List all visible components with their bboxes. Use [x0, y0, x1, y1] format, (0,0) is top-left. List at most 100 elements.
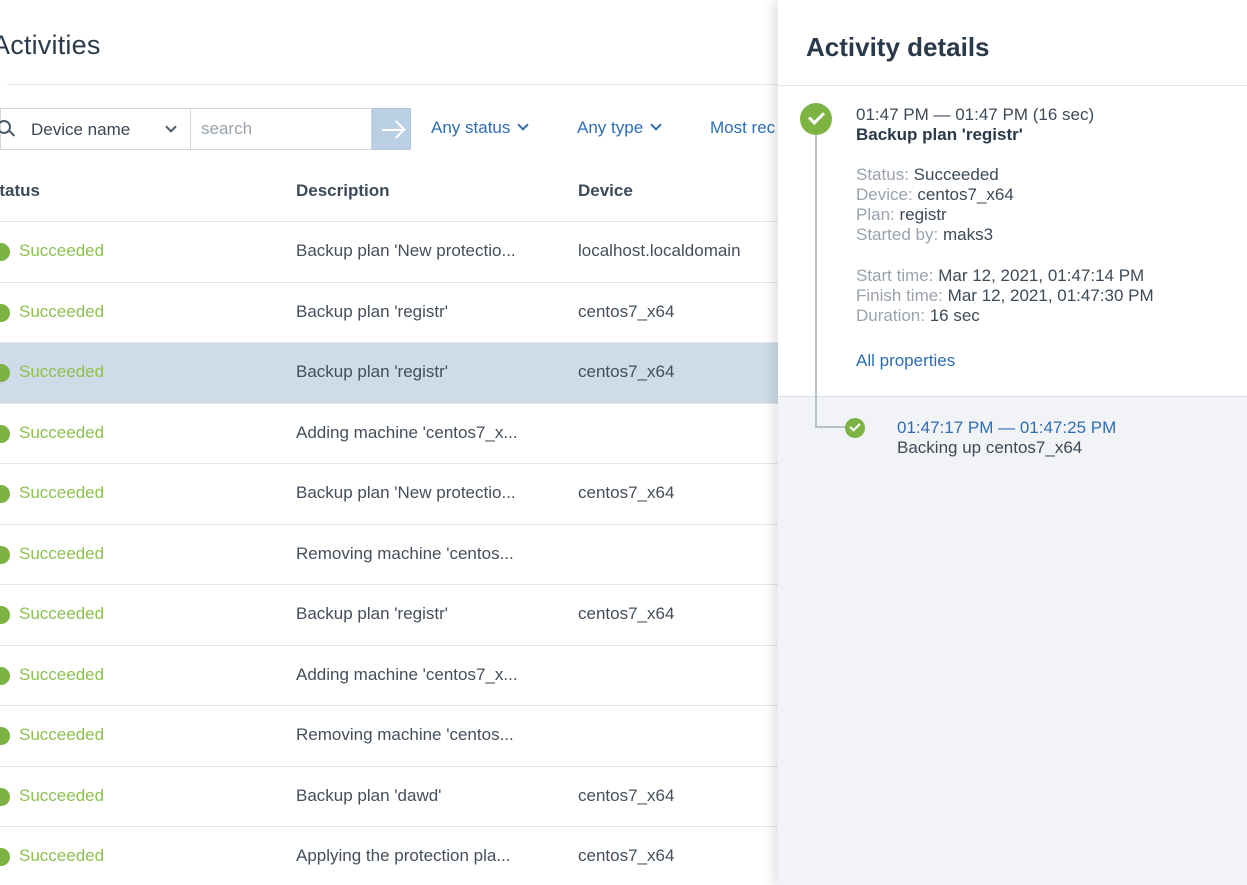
- detail-value: 16 sec: [929, 306, 980, 325]
- table-row[interactable]: Succeeded Removing machine 'centos...: [0, 706, 780, 767]
- detail-value: centos7_x64: [917, 185, 1014, 204]
- row-device: centos7_x64: [578, 785, 675, 805]
- table-row[interactable]: Succeeded Backup plan 'registr' centos7_…: [0, 585, 780, 646]
- title-divider: [7, 84, 780, 85]
- status-success-icon: [0, 545, 10, 564]
- status-success-icon: [0, 303, 10, 322]
- row-status: Succeeded: [19, 725, 105, 744]
- table-row[interactable]: Succeeded Backup plan 'dawd' centos7_x64: [0, 766, 780, 827]
- success-check-icon: [800, 103, 832, 135]
- status-success-icon: [0, 243, 10, 261]
- table-row-selected[interactable]: Succeeded Backup plan 'registr' centos7_…: [0, 343, 780, 404]
- row-description: Adding machine 'centos7_x...: [296, 664, 518, 684]
- status-success-icon: [0, 606, 10, 624]
- details-title: Activity details: [806, 32, 990, 62]
- sub-event-time-range[interactable]: 01:47:17 PM — 01:47:25 PM: [897, 418, 1116, 438]
- event-title: Backup plan 'registr': [856, 125, 1023, 144]
- status-success-icon: [0, 848, 10, 866]
- status-success-icon: [0, 727, 10, 745]
- detail-label: Started by:: [856, 225, 939, 244]
- detail-finish-time: Finish time: Mar 12, 2021, 01:47:30 PM: [856, 286, 1154, 306]
- status-success-icon: [0, 787, 10, 806]
- row-device: centos7_x64: [578, 301, 675, 321]
- type-filter-label: Any type: [577, 118, 644, 137]
- detail-value: registr: [899, 205, 947, 224]
- detail-plan: Plan: registr: [856, 205, 947, 225]
- row-description: Backup plan 'registr': [296, 604, 449, 623]
- row-status: Succeeded: [19, 543, 105, 563]
- status-filter-dropdown[interactable]: Any status: [431, 118, 530, 138]
- row-device: centos7_x64: [578, 604, 675, 623]
- status-success-icon: [0, 666, 10, 685]
- filter-bar: Device name Any status Any type Most rec: [0, 108, 780, 150]
- sort-label: Most rec: [710, 118, 776, 137]
- row-status: Succeeded: [19, 785, 105, 805]
- column-header-status[interactable]: Status: [0, 181, 40, 201]
- table-row[interactable]: Succeeded Backup plan 'New protectio... …: [0, 222, 780, 283]
- detail-label: Device:: [856, 185, 913, 204]
- success-check-icon: [845, 418, 865, 438]
- row-description: Backup plan 'registr': [296, 301, 449, 321]
- row-device: localhost.localdomain: [578, 241, 741, 260]
- timeline-line: [815, 120, 817, 426]
- activity-details-panel: Activity details 01:47 PM — 01:47 PM (16…: [778, 0, 1247, 885]
- type-filter-dropdown[interactable]: Any type: [577, 118, 662, 138]
- page-title: Activities: [0, 30, 101, 60]
- chevron-down-icon: [650, 119, 662, 131]
- table-row[interactable]: Succeeded Removing machine 'centos...: [0, 524, 780, 585]
- row-description: Adding machine 'centos7_x...: [296, 422, 518, 442]
- detail-label: Finish time:: [856, 286, 943, 305]
- row-description: Backup plan 'New protectio...: [296, 483, 516, 502]
- search-submit-button[interactable]: [372, 108, 411, 150]
- table-row[interactable]: Succeeded Backup plan 'registr' centos7_…: [0, 282, 780, 343]
- detail-label: Duration:: [856, 306, 925, 325]
- status-success-icon: [0, 424, 10, 443]
- row-description: Removing machine 'centos...: [296, 725, 514, 744]
- event-time-range: 01:47 PM — 01:47 PM (16 sec): [856, 105, 1095, 124]
- row-status: Succeeded: [19, 664, 105, 684]
- row-status: Succeeded: [19, 483, 105, 502]
- column-header-device[interactable]: Device: [578, 181, 633, 201]
- detail-label: Status:: [856, 165, 909, 184]
- detail-value: maks3: [942, 225, 994, 244]
- chevron-down-icon: [517, 119, 530, 131]
- status-filter-label: Any status: [431, 118, 511, 137]
- row-description: Removing machine 'centos...: [296, 543, 514, 563]
- status-success-icon: [0, 485, 10, 503]
- row-description: Backup plan 'New protectio...: [296, 241, 516, 260]
- table-row[interactable]: Succeeded Adding machine 'centos7_x...: [0, 403, 780, 464]
- status-success-icon: [0, 364, 10, 382]
- all-properties-link[interactable]: All properties: [856, 351, 955, 371]
- detail-status: Status: Succeeded: [856, 165, 999, 185]
- detail-value: Mar 12, 2021, 01:47:14 PM: [938, 266, 1145, 285]
- table-header: Status Description Device: [0, 160, 780, 222]
- activities-table: Status Description Device Succeeded Back…: [0, 160, 780, 885]
- detail-label: Start time:: [856, 266, 934, 285]
- row-device: centos7_x64: [578, 483, 675, 502]
- row-description: Backup plan 'registr': [296, 362, 449, 381]
- row-status: Succeeded: [19, 241, 105, 260]
- table-row[interactable]: Succeeded Adding machine 'centos7_x...: [0, 645, 780, 706]
- column-header-description[interactable]: Description: [296, 181, 390, 201]
- sort-dropdown[interactable]: Most rec: [710, 118, 775, 138]
- detail-duration: Duration: 16 sec: [856, 306, 980, 326]
- detail-start-time: Start time: Mar 12, 2021, 01:47:14 PM: [856, 266, 1144, 286]
- row-device: centos7_x64: [578, 362, 675, 381]
- detail-label: Plan:: [856, 205, 895, 224]
- row-description: Backup plan 'dawd': [296, 785, 442, 805]
- row-device: centos7_x64: [578, 846, 675, 865]
- row-description: Applying the protection pla...: [296, 846, 511, 865]
- row-status: Succeeded: [19, 846, 105, 865]
- search-field-label: Device name: [31, 120, 131, 139]
- search-input[interactable]: [190, 108, 372, 150]
- search-field-selector[interactable]: Device name: [0, 108, 190, 150]
- table-row[interactable]: Succeeded Applying the protection pla...…: [0, 827, 780, 885]
- sub-event-title: Backing up centos7_x64: [897, 438, 1083, 457]
- activities-pane: Activities Device name Any status Any ty…: [0, 0, 780, 885]
- details-header: Activity details: [778, 0, 1247, 86]
- search-icon: [0, 120, 11, 134]
- row-status: Succeeded: [19, 301, 105, 321]
- arrow-right-icon: [382, 129, 402, 131]
- detail-started-by: Started by: maks3: [856, 225, 993, 245]
- table-row[interactable]: Succeeded Backup plan 'New protectio... …: [0, 464, 780, 525]
